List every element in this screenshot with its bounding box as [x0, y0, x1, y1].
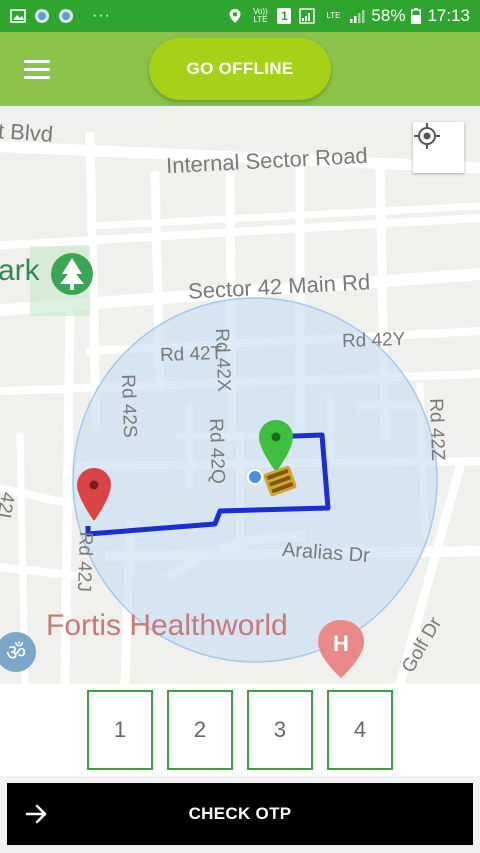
- otp-panel: 1 2 3 4: [0, 684, 480, 776]
- park-label: ark: [0, 254, 40, 287]
- park-icon: [51, 253, 93, 295]
- my-location-button[interactable]: [413, 122, 464, 173]
- road-label: Rd 42Z: [425, 398, 449, 462]
- gallery-icon: [10, 9, 26, 23]
- app-bar: GO OFFLINE: [0, 32, 480, 106]
- map-view[interactable]: ॐ H t Blvd Internal Sector Road Sector 4…: [0, 106, 480, 684]
- battery-icon: [411, 8, 422, 24]
- current-location-dot: [247, 469, 263, 485]
- lte-indicator: LTE: [326, 11, 341, 20]
- otp-digit-2[interactable]: 2: [167, 690, 233, 770]
- road-label: t Blvd: [0, 118, 54, 147]
- hamburger-icon[interactable]: [10, 41, 66, 97]
- volte-indicator: Vo)) LTE: [253, 7, 268, 24]
- road-label: Rd 42X: [211, 328, 235, 393]
- sim-indicator: 1: [277, 8, 292, 24]
- location-icon: [229, 9, 241, 23]
- otp-digit-1[interactable]: 1: [87, 690, 153, 770]
- otp-digit-4[interactable]: 4: [327, 690, 393, 770]
- hospital-glyph: H: [333, 631, 349, 656]
- crosshair-icon: [414, 123, 440, 149]
- system-icons: Vo)) LTE 1 LTE 58% 17:13: [227, 6, 470, 26]
- notification-icons: ···: [10, 7, 111, 25]
- poi-label: Fortis Healthworld: [46, 609, 288, 642]
- clock: 17:13: [427, 6, 470, 25]
- screen: ··· Vo)) LTE 1 LTE 58% 17:13 GO OFFLINE: [0, 0, 480, 853]
- road-label: Rd 42S: [117, 374, 141, 439]
- battery-percent: 58%: [371, 6, 406, 25]
- signal-icon: [299, 8, 316, 24]
- signal-bars-icon: [350, 10, 365, 23]
- go-offline-button[interactable]: GO OFFLINE: [149, 38, 331, 100]
- app-icon: [35, 9, 49, 23]
- otp-digit-3[interactable]: 3: [247, 690, 313, 770]
- road-label: Rd 42Y: [341, 328, 406, 353]
- road-label: Rd 42Q: [205, 418, 229, 485]
- check-otp-button[interactable]: CHECK OTP: [7, 783, 473, 845]
- map-canvas: ॐ H: [0, 131, 480, 684]
- road-label: Rd 42J: [72, 531, 96, 593]
- om-glyph: ॐ: [6, 641, 26, 666]
- more-notifications: ···: [92, 7, 111, 24]
- app-icon: [59, 9, 73, 23]
- status-bar: ··· Vo)) LTE 1 LTE 58% 17:13: [0, 0, 480, 32]
- check-otp-label: CHECK OTP: [188, 804, 292, 823]
